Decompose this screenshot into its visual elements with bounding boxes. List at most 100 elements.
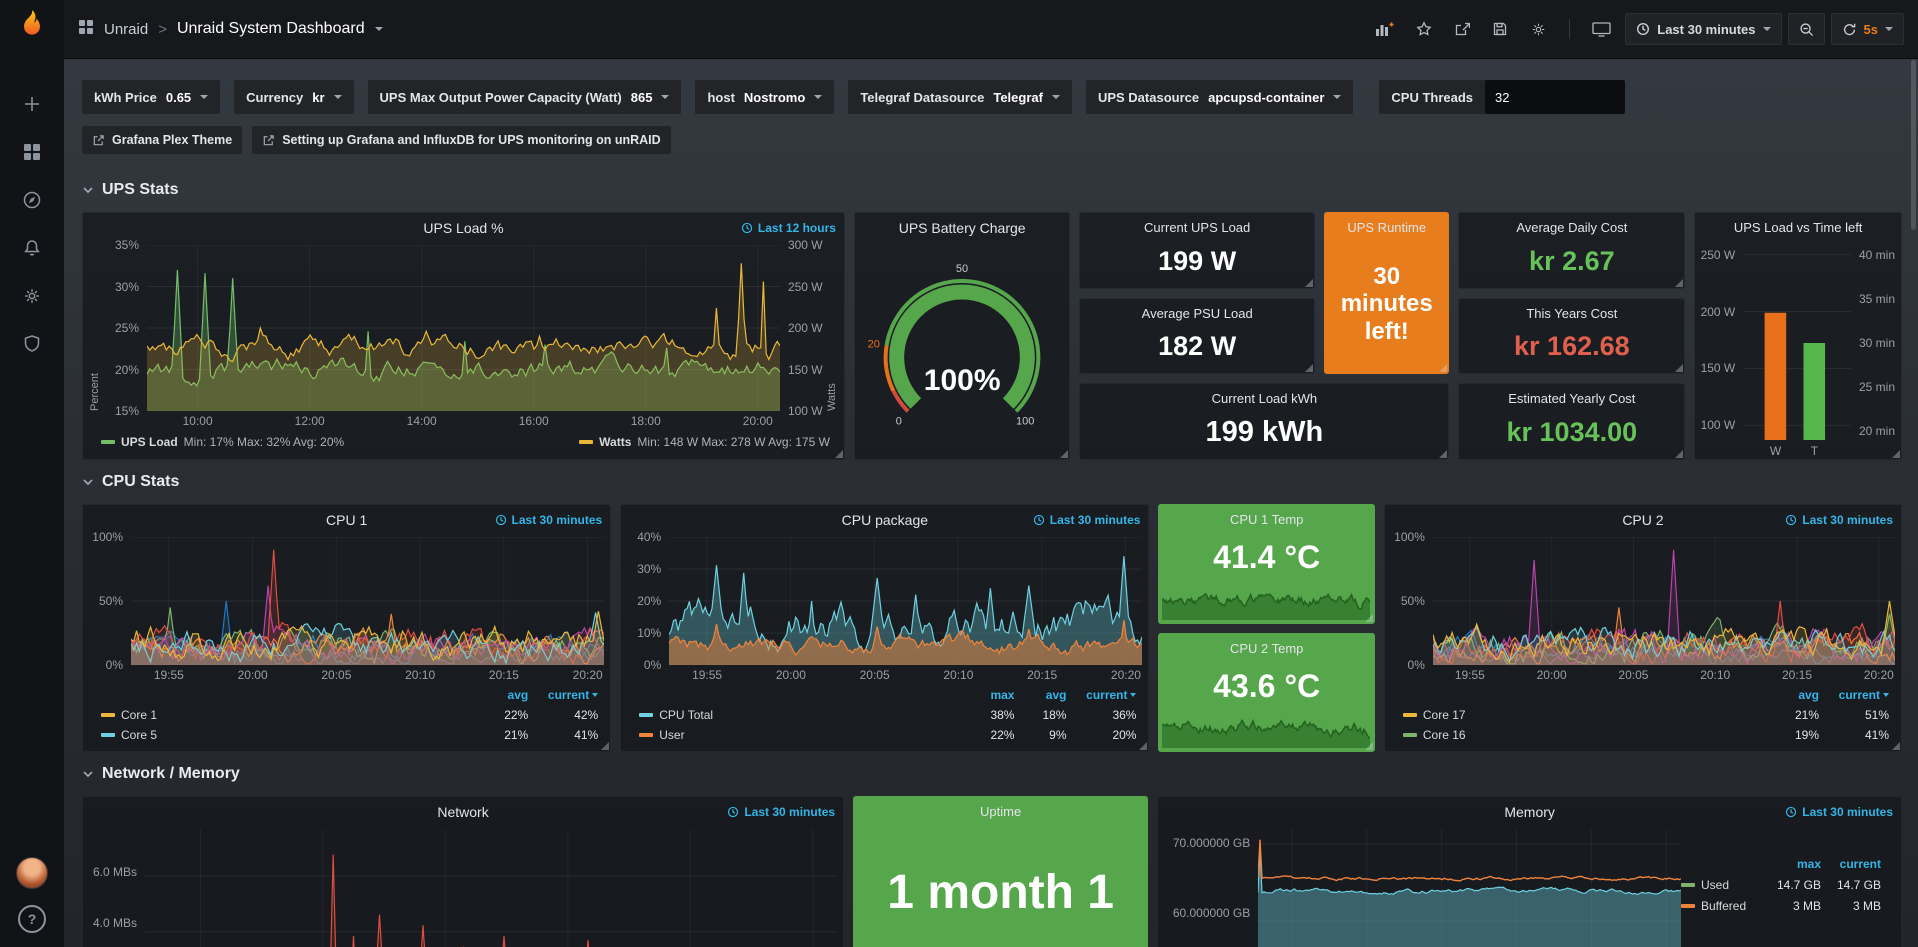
legend-row: Buffered 3 MB 3 MB bbox=[1681, 895, 1881, 916]
legend-column-avg[interactable]: avg bbox=[1763, 688, 1819, 702]
series-toggle[interactable]: Core 5 bbox=[101, 728, 472, 742]
stat-title[interactable]: CPU 2 Temp bbox=[1159, 641, 1373, 656]
stat-title[interactable]: UPS Runtime bbox=[1325, 220, 1448, 235]
legend-row: Core 5 21% 41% bbox=[101, 725, 598, 745]
section-ups-stats[interactable]: UPS Stats bbox=[82, 168, 1902, 212]
link-ups-monitoring-guide[interactable]: Setting up Grafana and InfluxDB for UPS … bbox=[252, 126, 670, 154]
legend-column-max[interactable]: max bbox=[962, 688, 1014, 702]
ups-bars-graph[interactable] bbox=[1743, 245, 1851, 441]
stat-title[interactable]: This Years Cost bbox=[1459, 306, 1684, 321]
svg-text:0: 0 bbox=[896, 415, 902, 427]
stat-title[interactable]: Estimated Yearly Cost bbox=[1459, 391, 1684, 406]
panel-time-override[interactable]: Last 30 minutes bbox=[1785, 513, 1893, 527]
series-marker bbox=[1403, 733, 1417, 737]
series-toggle[interactable]: Core 16 bbox=[1403, 728, 1763, 742]
configuration-gear-icon[interactable] bbox=[21, 285, 43, 307]
panel-title[interactable]: UPS Load vs Time left bbox=[1695, 220, 1901, 235]
zoom-out-button[interactable] bbox=[1788, 13, 1825, 45]
user-avatar[interactable] bbox=[16, 857, 48, 889]
panel-time-override[interactable]: Last 30 minutes bbox=[727, 805, 835, 819]
series-toggle[interactable]: Buffered bbox=[1681, 899, 1761, 913]
dashboard-settings-button[interactable] bbox=[1522, 15, 1555, 44]
variable-ups-datasource[interactable]: UPS Datasource apcupsd-container bbox=[1086, 80, 1353, 114]
breadcrumb-dashboard[interactable]: Unraid System Dashboard bbox=[177, 20, 365, 38]
share-button[interactable] bbox=[1446, 15, 1478, 43]
stat-value: kr 1034.00 bbox=[1459, 406, 1684, 459]
variable-telegraf-datasource[interactable]: Telegraf Datasource Telegraf bbox=[848, 80, 1072, 114]
dashboards-icon[interactable] bbox=[21, 141, 43, 163]
breadcrumb-folder[interactable]: Unraid bbox=[104, 21, 148, 38]
help-icon[interactable]: ? bbox=[18, 905, 46, 933]
y-axis-ticks: 100% 50% 0% bbox=[89, 537, 131, 665]
panel-time-override[interactable]: Last 30 minutes bbox=[1033, 513, 1141, 527]
legend-row: User 22% 9% 20% bbox=[639, 725, 1136, 745]
panel-time-override[interactable]: Last 30 minutes bbox=[1785, 805, 1893, 819]
add-panel-button[interactable] bbox=[1367, 15, 1402, 43]
panel-cpu2-temp: CPU 2 Temp 43.6 °C bbox=[1158, 633, 1374, 753]
scrollbar[interactable] bbox=[1911, 60, 1916, 230]
explore-compass-icon[interactable] bbox=[21, 189, 43, 211]
y-axis-ticks: 6.0 MBs 4.0 MBs 2.0 MBs bbox=[89, 829, 145, 947]
stat-title[interactable]: Uptime bbox=[854, 804, 1147, 819]
panel-title[interactable]: UPS Battery Charge bbox=[855, 220, 1069, 236]
series-marker bbox=[101, 440, 115, 444]
legend-column-current[interactable]: current bbox=[1819, 688, 1889, 702]
create-icon[interactable] bbox=[21, 93, 43, 115]
ups-load-graph[interactable] bbox=[147, 245, 780, 411]
panel-title[interactable]: UPS Load % bbox=[83, 220, 844, 236]
series-toggle[interactable]: User bbox=[639, 728, 962, 742]
variable-ups-max-output[interactable]: UPS Max Output Power Capacity (Watt) 865 bbox=[368, 80, 682, 114]
legend-item-ups-load[interactable]: UPS Load Min: 17% Max: 32% Avg: 20% bbox=[101, 435, 344, 449]
cpu1-graph[interactable] bbox=[131, 537, 604, 665]
panel-ups-load: UPS Load % Last 12 hours Percent 35% 30%… bbox=[82, 212, 845, 460]
refresh-picker[interactable]: 5s bbox=[1831, 13, 1904, 45]
panel-ups-load-vs-time-left: UPS Load vs Time left 250 W 200 W 150 W … bbox=[1694, 212, 1902, 460]
link-grafana-plex-theme[interactable]: Grafana Plex Theme bbox=[82, 126, 242, 154]
grafana-logo[interactable] bbox=[15, 8, 49, 47]
gauge-value: 100% bbox=[863, 364, 1061, 398]
stat-title[interactable]: Average Daily Cost bbox=[1459, 220, 1684, 235]
section-cpu-stats[interactable]: CPU Stats bbox=[82, 460, 1902, 504]
legend-column-avg[interactable]: avg bbox=[1014, 688, 1066, 702]
battery-gauge[interactable]: 100% 02050100 bbox=[863, 245, 1061, 458]
cpu-threads-input[interactable] bbox=[1485, 80, 1625, 114]
series-toggle[interactable]: CPU Total bbox=[639, 708, 962, 722]
legend-column-current[interactable]: current bbox=[1821, 857, 1881, 871]
stat-title[interactable]: Current Load kWh bbox=[1080, 391, 1448, 406]
panel-time-override[interactable]: Last 12 hours bbox=[741, 221, 836, 235]
x-axis-ticks: 19:55 20:00 20:05 20:10 20:15 20:20 bbox=[669, 665, 1142, 683]
legend-column-max[interactable]: max bbox=[1761, 857, 1821, 871]
series-toggle[interactable]: Core 1 bbox=[101, 708, 472, 722]
cpu-package-graph[interactable] bbox=[669, 537, 1142, 665]
alerting-bell-icon[interactable] bbox=[21, 237, 43, 259]
memory-graph[interactable] bbox=[1258, 829, 1681, 947]
legend-item-watts[interactable]: Watts Min: 148 W Max: 278 W Avg: 175 W bbox=[579, 435, 830, 449]
apps-grid-icon[interactable] bbox=[78, 19, 94, 40]
panel-average-daily-cost: Average Daily Cost kr 2.67 bbox=[1458, 212, 1685, 289]
stat-title[interactable]: CPU 1 Temp bbox=[1159, 512, 1373, 527]
variable-currency[interactable]: Currency kr bbox=[234, 80, 353, 114]
admin-shield-icon[interactable] bbox=[21, 333, 43, 355]
variable-kwh-price[interactable]: kWh Price 0.65 bbox=[82, 80, 220, 114]
time-range-picker[interactable]: Last 30 minutes bbox=[1625, 13, 1781, 45]
legend-column-avg[interactable]: avg bbox=[472, 688, 528, 702]
dashboard-dropdown-caret[interactable] bbox=[375, 27, 383, 31]
network-graph[interactable] bbox=[145, 829, 837, 947]
section-network-memory[interactable]: Network / Memory bbox=[82, 752, 1902, 796]
legend-column-current[interactable]: current bbox=[1066, 688, 1136, 702]
legend-column-current[interactable]: current bbox=[528, 688, 598, 702]
star-button[interactable] bbox=[1408, 15, 1440, 43]
stat-title[interactable]: Average PSU Load bbox=[1080, 306, 1314, 321]
save-button[interactable] bbox=[1484, 15, 1516, 43]
cpu2-graph[interactable] bbox=[1433, 537, 1895, 665]
grafana-app: ? Unraid > Unraid System Dashboard bbox=[0, 0, 1918, 947]
legend-header: max avg current bbox=[639, 685, 1136, 705]
kiosk-tv-button[interactable] bbox=[1584, 16, 1619, 43]
panel-time-override[interactable]: Last 30 minutes bbox=[495, 513, 603, 527]
series-toggle[interactable]: Core 17 bbox=[1403, 708, 1763, 722]
network-memory-row: Network Last 30 minutes 6.0 MBs 4.0 MBs … bbox=[82, 796, 1902, 947]
variable-host[interactable]: host Nostromo bbox=[695, 80, 834, 114]
series-toggle[interactable]: Used bbox=[1681, 878, 1761, 892]
panel-uptime: Uptime 1 month 1 bbox=[853, 796, 1148, 947]
stat-title[interactable]: Current UPS Load bbox=[1080, 220, 1314, 235]
